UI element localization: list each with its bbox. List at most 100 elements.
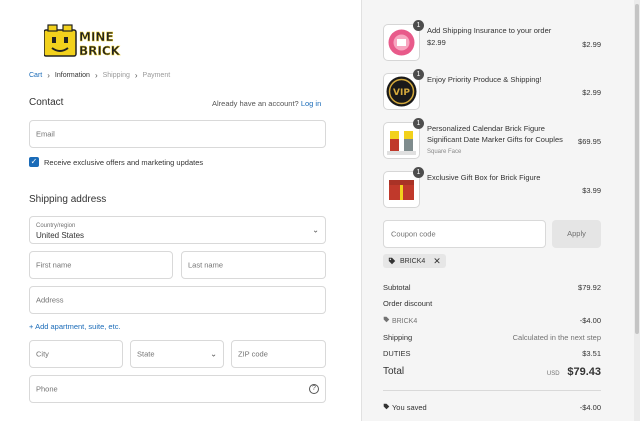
you-saved-row: You saved -$4.00 <box>383 403 601 412</box>
total-value: $79.43 <box>567 366 601 378</box>
apply-button[interactable]: Apply <box>552 220 601 248</box>
duties-row: DUTIES $3.51 <box>383 349 601 358</box>
subtotal-label: Subtotal <box>383 283 411 292</box>
checkbox-check-icon[interactable]: ✓ <box>29 157 39 167</box>
account-prompt: Already have an account? Log in <box>212 99 321 108</box>
state-select[interactable]: State ⌄ <box>130 340 224 368</box>
shipping-label: Shipping <box>383 333 413 342</box>
item-thumbnail: 1 <box>383 20 424 61</box>
total-row: Total USD $79.43 <box>383 366 601 378</box>
saved-value: -$4.00 <box>579 403 601 412</box>
svg-text:VIP: VIP <box>393 88 410 98</box>
discount-code-row: BRICK4 -$4.00 <box>383 316 601 325</box>
discount-code: BRICK4 <box>391 318 418 325</box>
tag-icon <box>383 316 392 325</box>
breadcrumb-payment: Payment <box>142 72 171 79</box>
item-subtitle: $2.99 <box>427 38 446 47</box>
account-prompt-text: Already have an account? <box>212 99 299 108</box>
duties-label: DUTIES <box>383 349 411 358</box>
item-title: Exclusive Gift Box for Brick Figure <box>427 173 541 182</box>
order-item: 1 Personalized Calendar Brick Figure Sig… <box>383 118 613 160</box>
svg-text:BRICK: BRICK <box>79 44 121 58</box>
item-title: Enjoy Priority Produce & Shipping! <box>427 75 542 84</box>
offers-checkbox-row[interactable]: ✓ Receive exclusive offers and marketing… <box>29 157 203 167</box>
applied-code: BRICK4 <box>400 257 426 265</box>
applied-discount-chip: BRICK4 ✕ <box>383 254 446 268</box>
plus-icon: + <box>29 322 34 331</box>
shipping-value: Calculated in the next step <box>512 333 601 342</box>
discount-value: -$4.00 <box>579 316 601 325</box>
coupon-placeholder: Coupon code <box>391 229 436 239</box>
country-value: United States <box>36 231 85 240</box>
item-price: $69.95 <box>578 137 601 146</box>
duties-value: $3.51 <box>582 349 601 358</box>
item-thumbnail: 1 <box>383 118 424 159</box>
last-name-placeholder: Last name <box>188 260 224 270</box>
zip-field[interactable]: ZIP code <box>231 340 326 368</box>
chevron-down-icon: ⌄ <box>312 225 319 235</box>
order-item: VIP 1 Enjoy Priority Produce & Shipping!… <box>383 69 613 111</box>
item-variant: Square Face <box>427 149 462 155</box>
breadcrumb-information: Information <box>54 72 90 79</box>
breadcrumb-cart[interactable]: Cart <box>29 72 42 79</box>
checkout-form-column: MINE BRICK Cart › Information › Shipping… <box>0 0 361 421</box>
country-label: Country/region <box>36 223 76 229</box>
tag-icon <box>383 403 392 412</box>
first-name-field[interactable]: First name <box>29 251 173 279</box>
email-placeholder: Email <box>36 129 55 139</box>
tag-icon <box>388 257 396 265</box>
address-field[interactable]: Address <box>29 286 326 314</box>
subtotal-row: Subtotal $79.92 <box>383 283 601 292</box>
country-select[interactable]: Country/region United States ⌄ <box>29 216 326 244</box>
offers-label: Receive exclusive offers and marketing u… <box>44 157 204 167</box>
city-field[interactable]: City <box>29 340 123 368</box>
scrollbar[interactable] <box>634 0 640 421</box>
last-name-field[interactable]: Last name <box>181 251 326 279</box>
order-item: 1 Add Shipping Insurance to your order $… <box>383 20 613 62</box>
first-name-placeholder: First name <box>36 260 72 270</box>
total-label: Total <box>383 366 405 377</box>
scrollbar-thumb[interactable] <box>635 4 639 334</box>
close-icon[interactable]: ✕ <box>433 256 441 267</box>
shipping-address-heading: Shipping address <box>29 194 107 205</box>
coupon-code-field[interactable]: Coupon code <box>383 220 546 248</box>
brick-figure-image <box>387 131 416 155</box>
item-price: $2.99 <box>582 88 601 97</box>
svg-text:MINE: MINE <box>79 30 114 44</box>
vip-badge-image: VIP <box>386 76 417 107</box>
item-price: $2.99 <box>582 40 601 49</box>
city-placeholder: City <box>36 349 49 359</box>
discount-label: Order discount <box>383 299 433 308</box>
state-placeholder: State <box>137 349 155 359</box>
shipping-insurance-image <box>388 29 415 56</box>
order-item: 1 Exclusive Gift Box for Brick Figure $3… <box>383 167 613 209</box>
item-thumbnail: VIP 1 <box>383 69 424 110</box>
email-field[interactable]: Email <box>29 120 326 148</box>
gift-box-image <box>389 180 414 200</box>
item-title: Add Shipping Insurance to your order <box>427 26 552 35</box>
zip-placeholder: ZIP code <box>238 349 268 359</box>
address-placeholder: Address <box>36 295 64 305</box>
shipping-row: Shipping Calculated in the next step <box>383 333 601 342</box>
chevron-down-icon: ⌄ <box>210 349 217 359</box>
breadcrumb-shipping: Shipping <box>102 72 130 79</box>
login-link[interactable]: Log in <box>301 99 321 108</box>
contact-heading: Contact <box>29 97 64 108</box>
mine-brick-logo[interactable]: MINE BRICK <box>43 24 128 58</box>
item-title: Personalized Calendar Brick Figure Signi… <box>427 124 563 144</box>
chevron-right-icon: › <box>94 71 98 80</box>
quantity-badge: 1 <box>413 20 424 31</box>
chevron-right-icon: › <box>47 71 50 80</box>
help-circle-icon[interactable]: ? <box>309 384 319 394</box>
subtotal-value: $79.92 <box>578 283 601 292</box>
saved-label: You saved <box>391 403 427 412</box>
quantity-badge: 1 <box>413 167 424 178</box>
phone-field[interactable]: Phone ? <box>29 375 326 403</box>
breadcrumb: Cart › Information › Shipping › Payment <box>29 71 170 80</box>
quantity-badge: 1 <box>413 69 424 80</box>
item-thumbnail: 1 <box>383 167 424 208</box>
add-apartment-label: Add apartment, suite, etc. <box>35 322 121 331</box>
add-apartment-link[interactable]: + Add apartment, suite, etc. <box>29 322 121 331</box>
order-discount-row: Order discount <box>383 299 601 308</box>
chevron-right-icon: › <box>134 71 138 80</box>
